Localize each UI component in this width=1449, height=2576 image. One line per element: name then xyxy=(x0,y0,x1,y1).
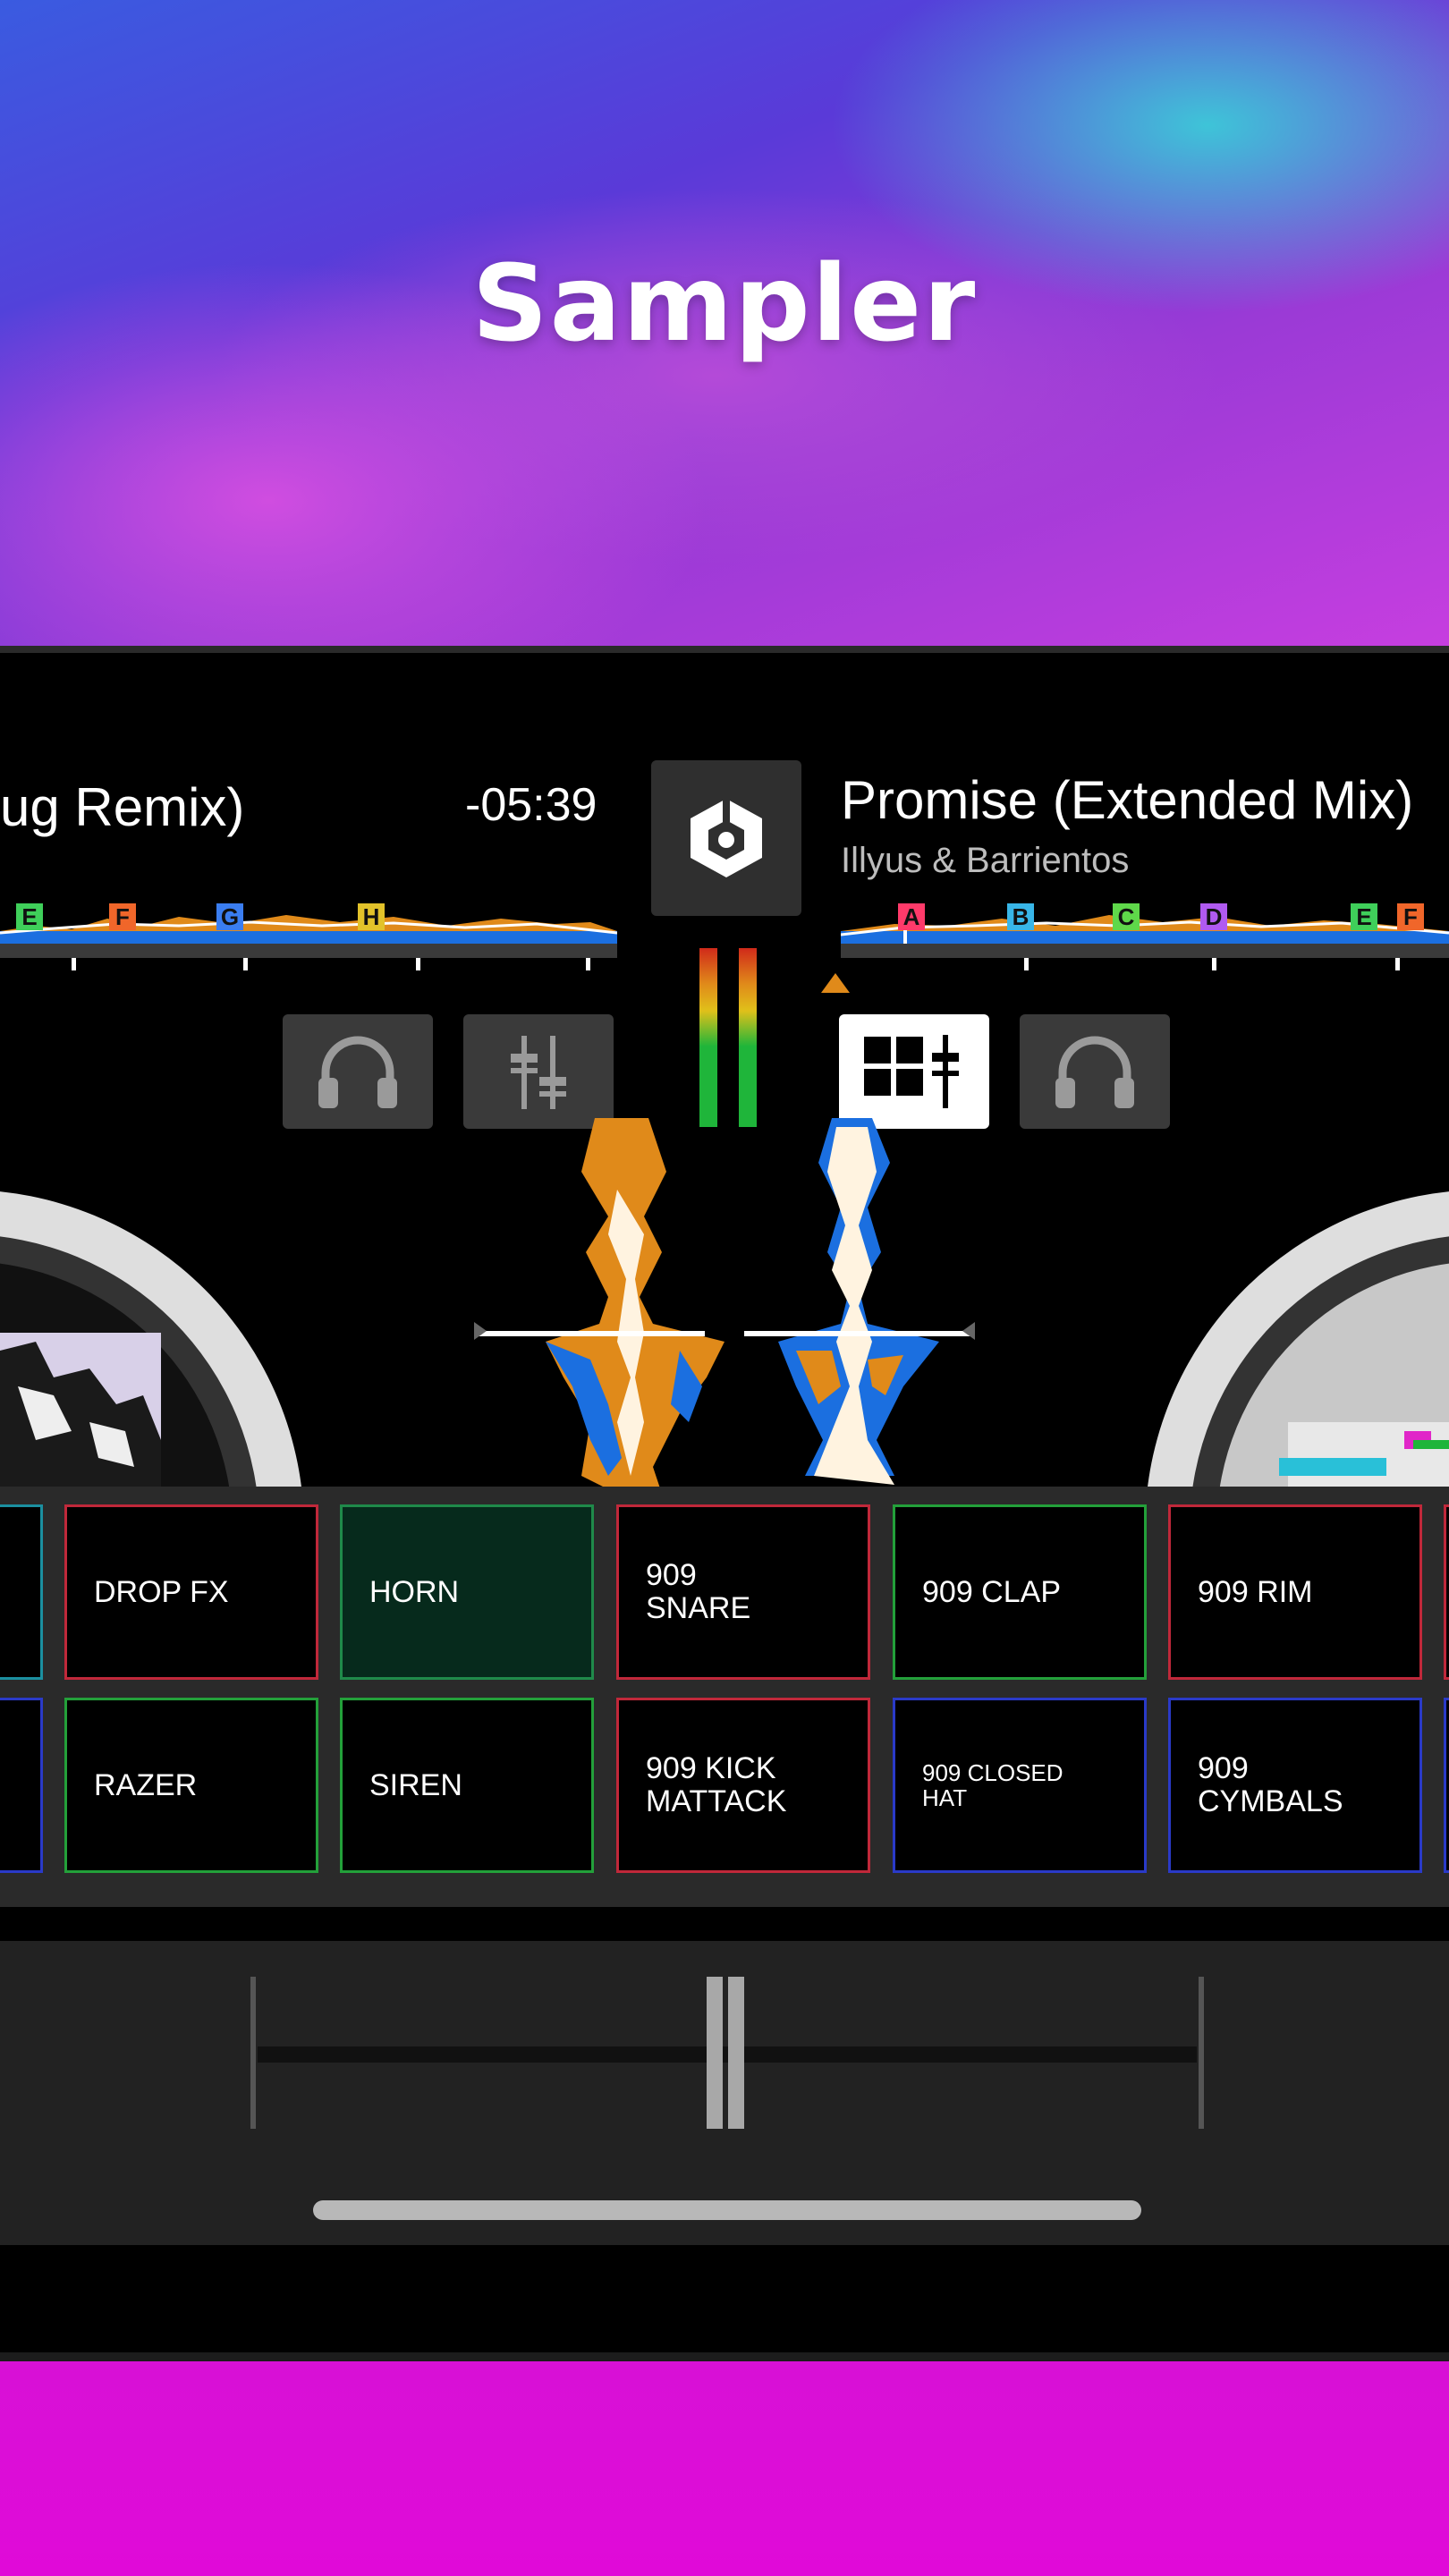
level-meter-right xyxy=(739,948,757,1127)
deck-right-platter[interactable] xyxy=(1145,1172,1449,1494)
home-indicator[interactable] xyxy=(313,2200,1141,2220)
app-logo-button[interactable] xyxy=(651,760,801,916)
deck-left-platter[interactable] xyxy=(0,1172,322,1494)
deck-left-overview-waveform[interactable] xyxy=(0,899,617,970)
cue-marker-g[interactable]: G xyxy=(216,903,243,930)
cue-marker-a[interactable]: A xyxy=(898,903,925,930)
sampler-pad-partial-4[interactable] xyxy=(1444,1698,1449,1873)
level-meter-left xyxy=(699,948,717,1127)
sampler-pad-909-kick-mattack[interactable]: 909 KICK MATTACK xyxy=(616,1698,870,1873)
crossfader-right-stop xyxy=(1199,1977,1204,2129)
crossfader-left-stop xyxy=(250,1977,256,2129)
sampler-pad-partial-2[interactable] xyxy=(0,1698,43,1873)
sampler-pad-909-cymbals[interactable]: 909 CYMBALS xyxy=(1168,1698,1422,1873)
cue-marker-f[interactable]: F xyxy=(109,903,136,930)
sampler-pad-909-rim[interactable]: 909 RIM xyxy=(1168,1504,1422,1680)
background-bottom xyxy=(0,2326,1449,2576)
sampler-pad-909-closed-hat[interactable]: 909 CLOSED HAT xyxy=(893,1698,1147,1873)
cue-marker-e-right[interactable]: E xyxy=(1351,903,1377,930)
sampler-pad-909-clap[interactable]: 909 CLAP xyxy=(893,1504,1147,1680)
cue-marker-b[interactable]: B xyxy=(1007,903,1034,930)
cue-marker-c[interactable]: C xyxy=(1113,903,1140,930)
sampler-pad-siren[interactable]: SIREN xyxy=(340,1698,594,1873)
headphones-left-button[interactable] xyxy=(283,1014,433,1129)
playhead-marker-icon xyxy=(821,973,850,993)
cue-marker-h[interactable]: H xyxy=(358,903,385,930)
deck-left-title: ug Remix) xyxy=(0,777,245,837)
sampler-pad-909-snare[interactable]: 909 SNARE xyxy=(616,1504,870,1680)
deck-left-time: -05:39 xyxy=(465,779,597,831)
headphones-icon xyxy=(1055,1036,1134,1108)
app-logo-icon xyxy=(691,799,762,877)
headline: Sampler xyxy=(471,242,978,365)
headphones-icon xyxy=(318,1036,397,1108)
sampler-pad-partial-3[interactable] xyxy=(1444,1504,1449,1680)
device-screen: ug Remix) -05:39 Promise (Extended Mix) … xyxy=(0,646,1449,2361)
cue-marker-f-right[interactable]: F xyxy=(1397,903,1424,930)
sampler-pad-razer[interactable]: RAZER xyxy=(64,1698,318,1873)
crossfader-area xyxy=(0,1941,1449,2245)
headphones-right-button[interactable] xyxy=(1020,1014,1170,1129)
sampler-button[interactable] xyxy=(839,1014,989,1129)
sampler-pad-horn[interactable]: HORN xyxy=(340,1504,594,1680)
sampler-pad-drop-fx[interactable]: DROP FX xyxy=(64,1504,318,1680)
mixer-faders-icon xyxy=(511,1036,566,1109)
cue-marker-e[interactable]: E xyxy=(16,903,43,930)
sampler-pad-partial-1[interactable] xyxy=(0,1504,43,1680)
mixer-button[interactable] xyxy=(463,1014,614,1129)
scrolling-waveforms[interactable] xyxy=(474,1118,975,1494)
cue-marker-d[interactable]: D xyxy=(1200,903,1227,930)
deck-right-title: Promise (Extended Mix) xyxy=(841,770,1414,830)
crossfader-handle[interactable] xyxy=(707,1977,746,2129)
sampler-panel: DROP FX HORN 909 SNARE 909 CLAP 909 RIM … xyxy=(0,1487,1449,1907)
deck-right-artist: Illyus & Barrientos xyxy=(841,841,1130,880)
sampler-pads-icon xyxy=(864,1035,959,1108)
